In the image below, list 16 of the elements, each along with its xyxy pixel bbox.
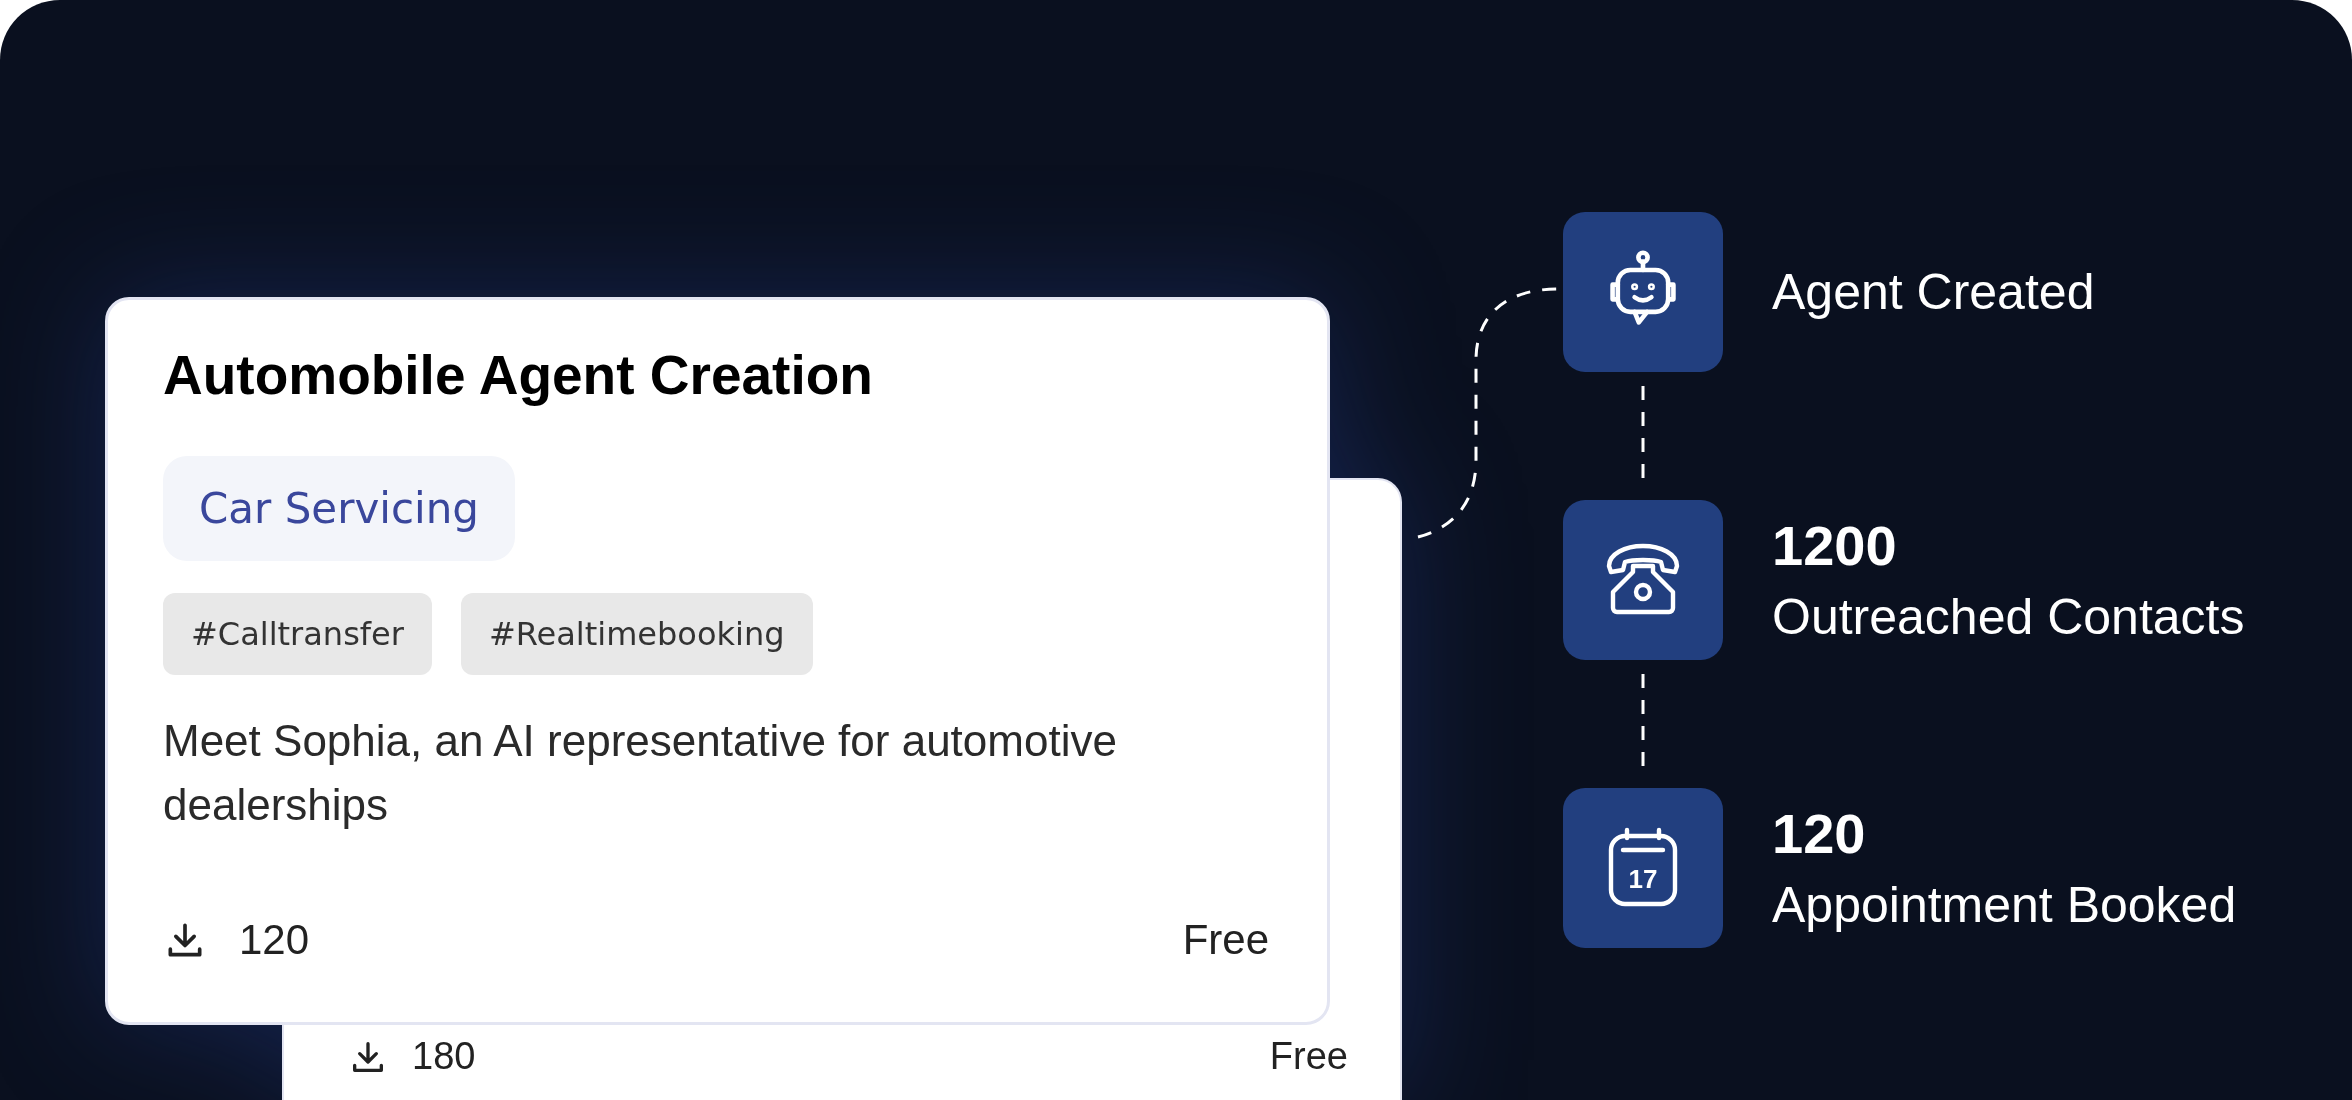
download-count: 120 <box>239 916 310 964</box>
calendar-day: 17 <box>1628 864 1658 894</box>
calendar-icon <box>1608 827 1678 907</box>
step-label: Agent Created <box>1772 264 2095 320</box>
hashtag-chip: #Calltransfer <box>163 593 432 675</box>
category-chip: Car Servicing <box>163 456 515 561</box>
card-description: Meet Sophia, an AI representative for automotive dealerships <box>163 715 1118 831</box>
download-count: 180 <box>412 1035 476 1078</box>
price-label: Free <box>1269 1035 1348 1078</box>
stat-value: 1200 <box>1772 514 1898 577</box>
price-label: Free <box>1182 916 1269 964</box>
step-label: Appointment Booked <box>1772 878 2237 934</box>
hashtag-chip: #Realtimebooking <box>460 593 813 675</box>
step-label: Outreached Contacts <box>1772 590 2245 646</box>
stat-value: 120 <box>1772 802 1867 865</box>
card-title: Automobile Agent Creation <box>163 343 874 408</box>
